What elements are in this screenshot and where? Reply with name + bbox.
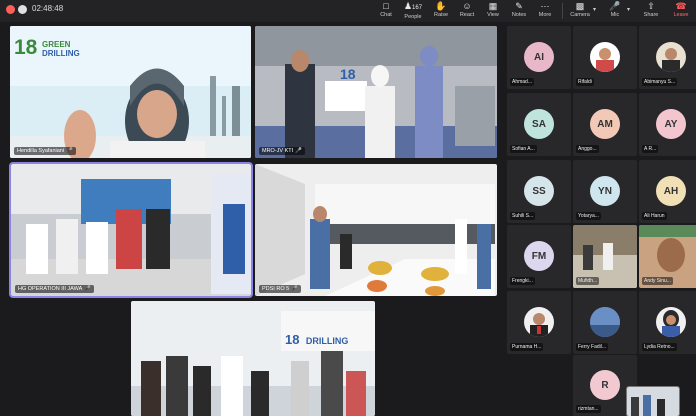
- drilling-banner-logo: 18 DRILLING: [285, 332, 349, 347]
- participant-name: Yotarya...: [576, 212, 601, 220]
- participant-tile[interactable]: AM Anggo...: [573, 93, 637, 156]
- participant-tile[interactable]: Lydia Retno...: [639, 291, 696, 354]
- participant-tile[interactable]: AY A R...: [639, 93, 696, 156]
- hg-operation-video: [11, 164, 251, 296]
- avatar: R: [590, 370, 620, 400]
- share-button[interactable]: ⇧ Share: [637, 1, 665, 19]
- mic-icon: 🎤: [84, 286, 92, 292]
- avatar: [590, 307, 620, 337]
- participant-name: Purnama H...: [510, 343, 544, 351]
- participant-name: Abimanyu S...: [642, 78, 678, 86]
- participant-tile[interactable]: Ferry Fadil...: [573, 291, 637, 354]
- mic-icon: 🎤: [295, 148, 303, 154]
- notes-button[interactable]: ✎ Notes: [505, 1, 533, 19]
- meeting-toolbar: 02:48:48 □ Chat ♟167 People ✋ Raise ☺ Re…: [0, 0, 696, 22]
- participant-tile[interactable]: Abimanyu S...: [639, 26, 696, 89]
- green-drilling-logo: 18 GREEN DRILLING: [14, 36, 80, 59]
- avatar: FM: [524, 241, 554, 271]
- avatar: YN: [590, 176, 620, 206]
- people-button[interactable]: ♟167 People: [399, 1, 427, 21]
- camera-chevron-icon[interactable]: ▾: [593, 6, 596, 13]
- more-icon: ⋯: [540, 1, 550, 11]
- mic-icon: 🎤: [66, 148, 73, 154]
- participant-name-label: PDSI RO 5 🎤: [259, 285, 302, 293]
- avatar: AI: [524, 42, 554, 72]
- participant-name: A R...: [642, 145, 659, 153]
- react-icon: ☺: [462, 1, 472, 11]
- record-icon: [18, 5, 27, 14]
- participant-name: Sofian A...: [510, 145, 537, 153]
- camera-button[interactable]: ▩ Camera: [566, 1, 594, 19]
- participant-name-label: MRO-JV KTI 🎤: [259, 147, 306, 155]
- participant-name: Ali Harun: [642, 212, 667, 220]
- participant-tile[interactable]: Mufidh...: [573, 225, 637, 288]
- participant-name: Ahmad...: [510, 78, 535, 86]
- mic-icon: 🎤: [609, 1, 621, 11]
- video-tile-drilling-event[interactable]: 18 DRILLING: [131, 301, 375, 416]
- more-button[interactable]: ⋯ More: [531, 1, 559, 19]
- participant-tile[interactable]: AH Ali Harun: [639, 160, 696, 223]
- participant-tile[interactable]: Andy Sinu...: [639, 225, 696, 288]
- pdsi-video: [255, 164, 497, 296]
- chat-button[interactable]: □ Chat: [372, 1, 400, 19]
- drilling-event-video: [131, 301, 375, 416]
- participant-name: Lydia Retno...: [642, 343, 677, 351]
- raise-hand-button[interactable]: ✋ Raise: [427, 1, 455, 19]
- react-button[interactable]: ☺ React: [453, 1, 481, 19]
- notes-icon: ✎: [515, 1, 523, 11]
- participant-name: Ferry Fadil...: [576, 343, 609, 351]
- toolbar-divider: [562, 3, 563, 19]
- participant-tile[interactable]: FM Frengki...: [507, 225, 571, 288]
- avatar: [524, 307, 554, 337]
- meeting-timer: 02:48:48: [32, 4, 64, 13]
- participant-tile[interactable]: AI Ahmad...: [507, 26, 571, 89]
- avatar: AH: [656, 176, 686, 206]
- participant-tile[interactable]: YN Yotarya...: [573, 160, 637, 223]
- participant-tile[interactable]: SA Sofian A...: [507, 93, 571, 156]
- mic-icon: 🎤: [291, 286, 299, 292]
- avatar: AM: [590, 109, 620, 139]
- people-icon: ♟167: [403, 1, 423, 11]
- participant-tile[interactable]: Rifaldi: [573, 26, 637, 89]
- participant-tile[interactable]: SS Suhili S...: [507, 160, 571, 223]
- mic-chevron-icon[interactable]: ▾: [627, 6, 630, 13]
- camera-icon: ▩: [575, 1, 585, 11]
- raise-hand-icon: ✋: [435, 1, 447, 11]
- avatar: [656, 307, 686, 337]
- view-button[interactable]: ▦ View: [479, 1, 507, 19]
- chat-icon: □: [383, 1, 389, 11]
- participant-name: Frengki...: [510, 277, 535, 285]
- avatar: [590, 42, 620, 72]
- share-icon: ⇧: [647, 1, 655, 11]
- view-grid-icon: ▦: [488, 1, 498, 11]
- video-tile-mro[interactable]: 18 MRO-JV KTI 🎤: [255, 26, 497, 158]
- video-tile-hg-operation[interactable]: HG OPERATION III JAWA 🎤: [9, 162, 253, 298]
- participant-name: Suhili S...: [510, 212, 536, 220]
- video-tile-pdsi[interactable]: PDSI RO 5 🎤: [255, 164, 497, 296]
- avatar: AY: [656, 109, 686, 139]
- mic-button[interactable]: 🎤 Mic: [601, 1, 629, 19]
- participant-name: Anggo...: [576, 145, 599, 153]
- participant-name-label: Hendilla Syafaniani 🎤: [14, 147, 76, 155]
- sign-number: 18: [340, 66, 356, 82]
- avatar: SA: [524, 109, 554, 139]
- participant-name: Rifaldi: [576, 78, 594, 86]
- participant-name: rizmtan...: [576, 405, 601, 413]
- participant-name: Mufidh...: [576, 277, 600, 285]
- participant-tile[interactable]: Purnama H...: [507, 291, 571, 354]
- self-view-video: [627, 387, 679, 416]
- avatar: SS: [524, 176, 554, 206]
- close-window-icon[interactable]: [6, 5, 15, 14]
- leave-phone-icon: ☎: [675, 1, 687, 11]
- participant-name: Andy Sinu...: [642, 277, 673, 285]
- participant-name-label: HG OPERATION III JAWA 🎤: [15, 285, 95, 293]
- avatar: [656, 42, 686, 72]
- leave-button[interactable]: ☎ Leave: [670, 1, 692, 21]
- video-tile-presenter[interactable]: 18 GREEN DRILLING Hendilla Syafaniani 🎤: [10, 26, 251, 158]
- mro-video: [255, 26, 497, 158]
- self-view-tile[interactable]: [626, 386, 680, 416]
